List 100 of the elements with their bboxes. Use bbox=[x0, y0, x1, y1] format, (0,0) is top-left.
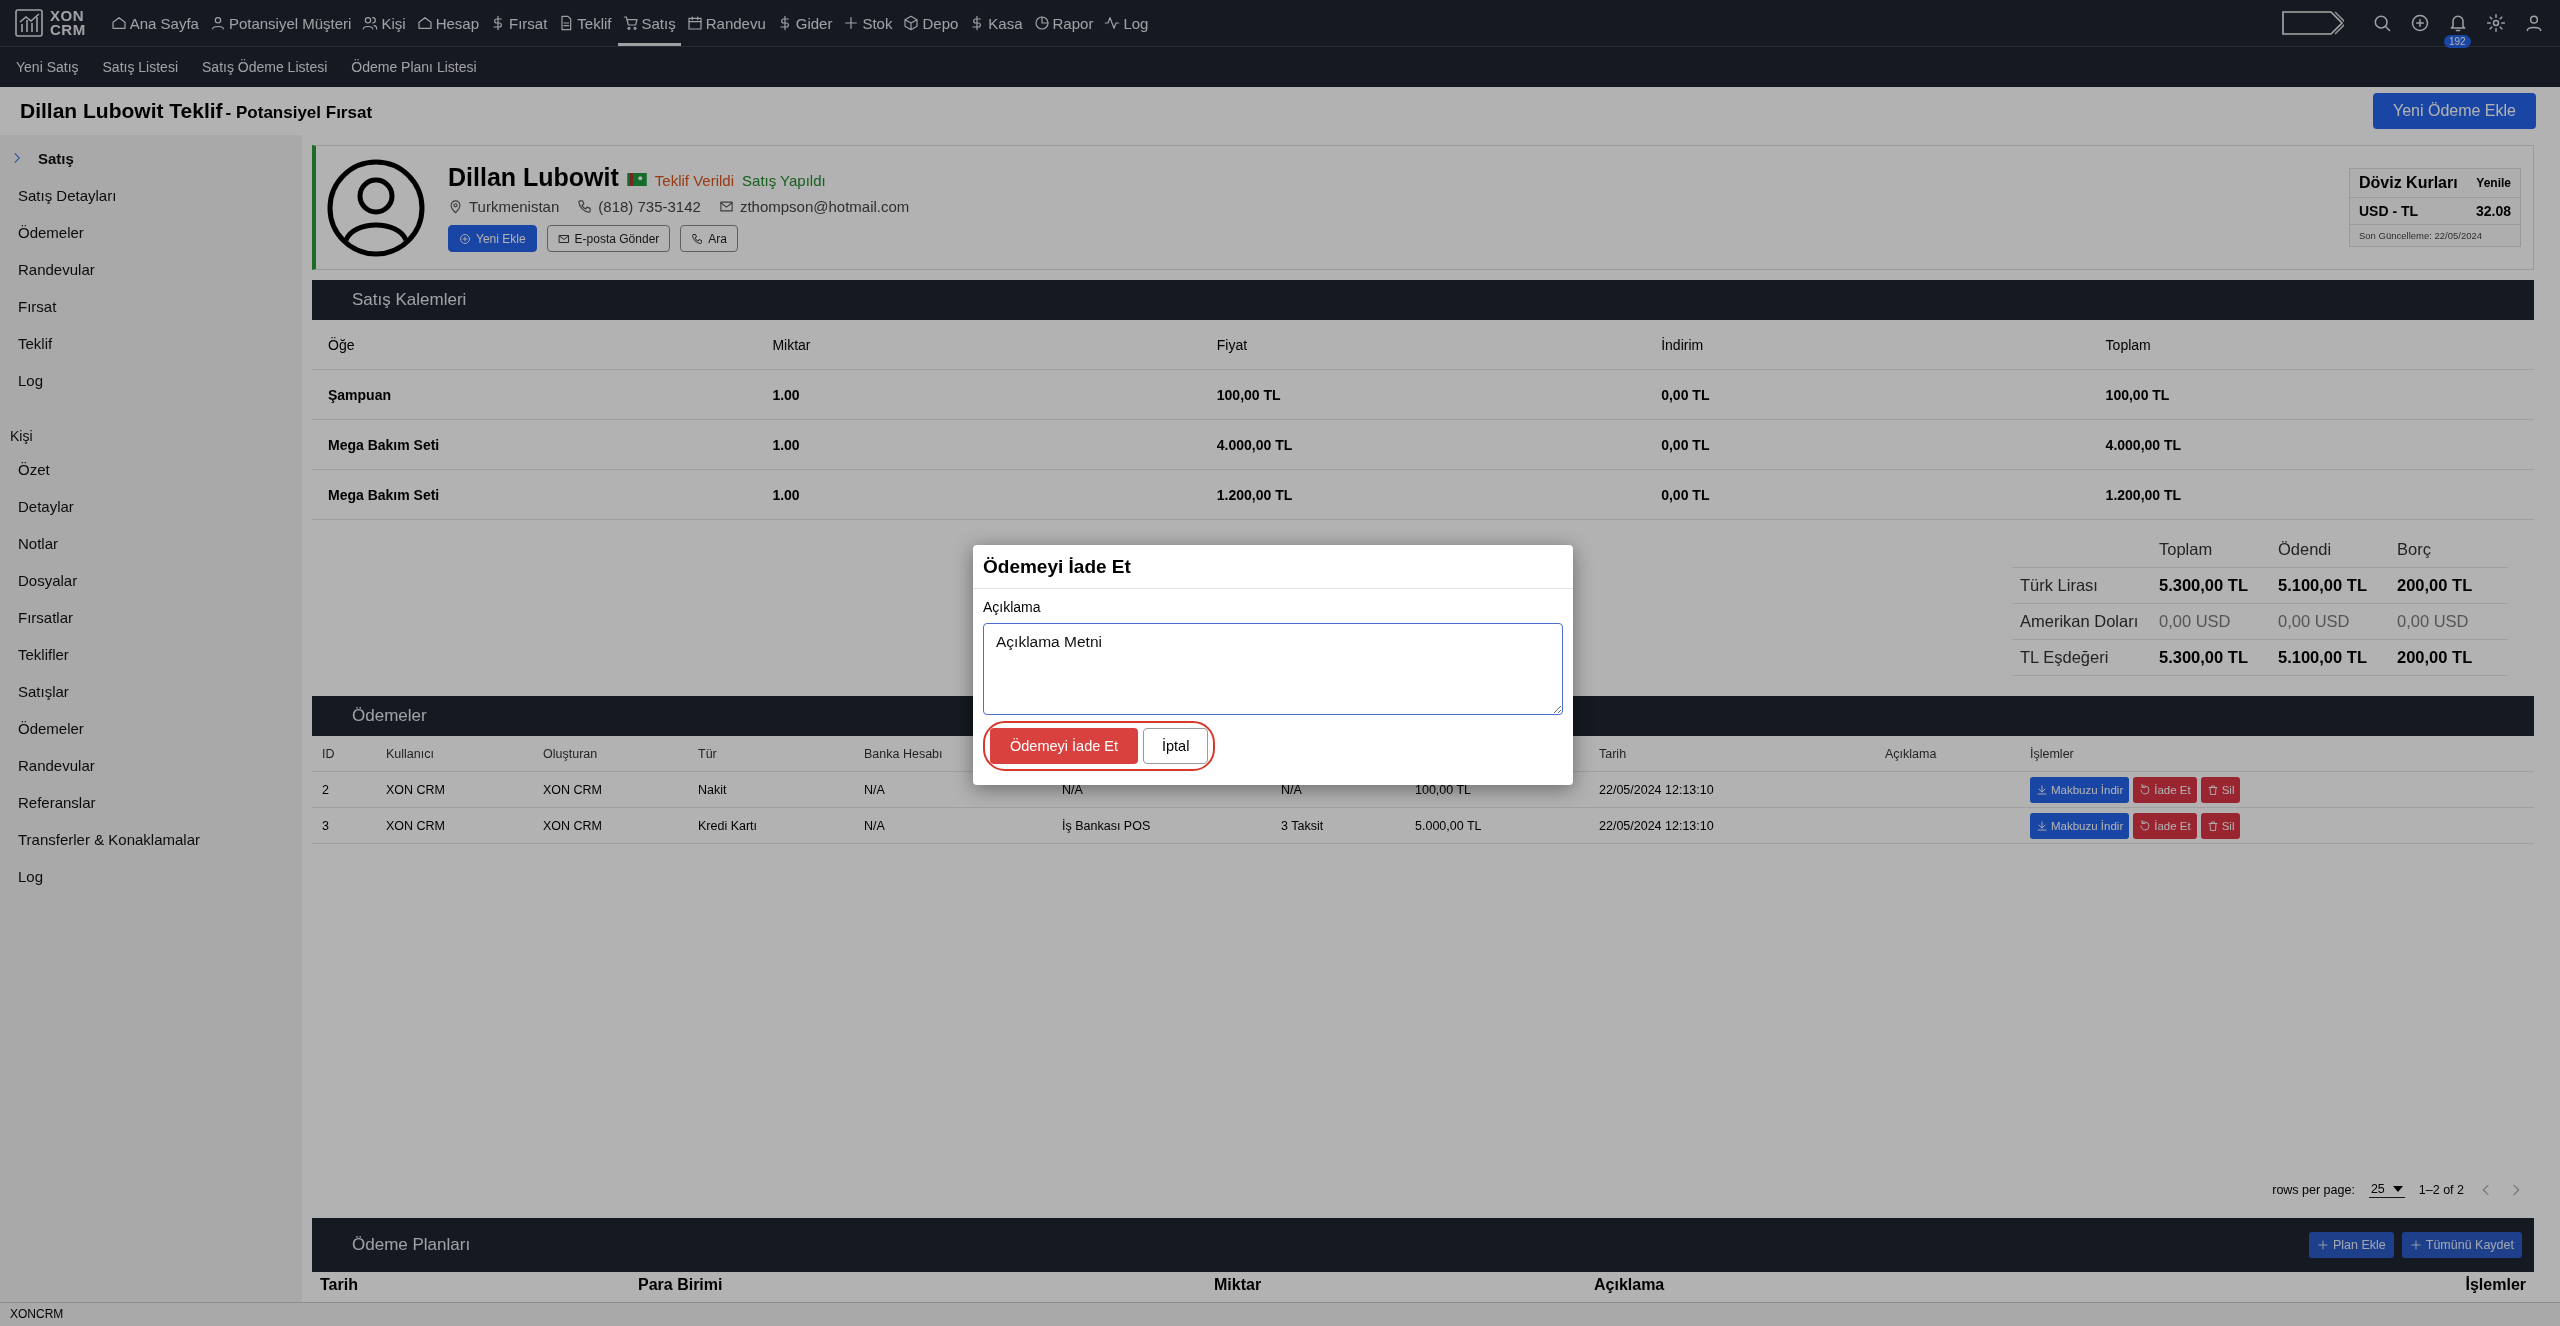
sidebar-item[interactable]: Teklif bbox=[0, 325, 302, 362]
people-icon bbox=[362, 15, 379, 31]
plan-button[interactable]: Tümünü Kaydet bbox=[2401, 1232, 2522, 1258]
plan-button[interactable]: Plan Ekle bbox=[2308, 1232, 2394, 1258]
column-header: Miktar bbox=[1214, 1276, 1263, 1294]
action-button[interactable]: Makbuzu İndir bbox=[2030, 812, 2130, 839]
caret-icon bbox=[2392, 1186, 2403, 1192]
table-cell: 2 bbox=[312, 772, 376, 808]
download-icon bbox=[2036, 783, 2048, 796]
table-cell: 1.200,00 TL bbox=[2089, 470, 2534, 520]
table-cell: 100,00 TL bbox=[2089, 370, 2534, 420]
nav-tab[interactable]: Kişi bbox=[357, 0, 411, 46]
sidebar-item[interactable]: Log bbox=[0, 858, 302, 895]
sidebar-item[interactable]: Detaylar bbox=[0, 488, 302, 525]
logo-icon bbox=[14, 8, 44, 38]
table-cell: 0,00 USD bbox=[2389, 604, 2508, 640]
sidebar-item[interactable]: Satışlar bbox=[0, 673, 302, 710]
sidebar-item[interactable]: Fırsatlar bbox=[0, 599, 302, 636]
column-header: Ödendi bbox=[2270, 532, 2389, 568]
action-button[interactable]: İade Et bbox=[2133, 776, 2197, 803]
nav-tab[interactable]: Gider bbox=[771, 0, 838, 46]
customer-name: Dillan Lubowit bbox=[448, 163, 619, 192]
action-button[interactable]: Sil bbox=[2200, 776, 2241, 803]
nav-tab[interactable]: Rapor bbox=[1028, 0, 1099, 46]
sidebar-item[interactable]: Randevular bbox=[0, 251, 302, 288]
table-cell: Nakit bbox=[688, 772, 854, 808]
column-header: Tarih bbox=[320, 1276, 359, 1294]
page-subtitle: - Potansiyel Fırsat bbox=[225, 103, 373, 123]
sub-nav-link[interactable]: Ödeme Planı Listesi bbox=[351, 59, 477, 75]
pulse-icon bbox=[1104, 15, 1121, 31]
table-cell: 22/05/2024 12:13:10 bbox=[1589, 772, 1875, 808]
table-cell: N/A bbox=[854, 808, 1052, 844]
sub-nav-link[interactable]: Yeni Satış bbox=[16, 59, 79, 75]
sidebar-item[interactable]: Fırsat bbox=[0, 288, 302, 325]
notification-badge: 192 bbox=[2444, 35, 2471, 48]
pie-chart-icon bbox=[1033, 15, 1050, 31]
panel-title: Ödemeler bbox=[352, 706, 427, 726]
avatar-icon bbox=[326, 157, 426, 258]
table-cell: Kredi Kartı bbox=[688, 808, 854, 844]
table-cell: Mega Bakım Seti bbox=[312, 470, 757, 520]
nav-tab[interactable]: Depo bbox=[898, 0, 964, 46]
refund-button[interactable]: Ödemeyi İade Et bbox=[990, 728, 1138, 764]
action-button[interactable]: İade Et bbox=[2133, 812, 2197, 839]
tag-shape-icon[interactable] bbox=[2282, 11, 2344, 35]
sidebar-item[interactable]: Referanslar bbox=[0, 784, 302, 821]
cancel-button[interactable]: İptal bbox=[1143, 728, 1209, 764]
table-cell: 0,00 USD bbox=[2151, 604, 2270, 640]
nav-tab[interactable]: Log bbox=[1099, 0, 1154, 46]
table-cell: 5.100,00 TL bbox=[2270, 640, 2389, 676]
exchange-title: Döviz Kurları bbox=[2359, 174, 2458, 192]
new-payment-button[interactable]: Yeni Ödeme Ekle bbox=[2372, 93, 2536, 129]
nav-tab[interactable]: Fırsat bbox=[485, 0, 553, 46]
sidebar-item[interactable]: Notlar bbox=[0, 525, 302, 562]
nav-tab[interactable]: Ana Sayfa bbox=[105, 0, 204, 46]
sub-nav-link[interactable]: Satış Ödeme Listesi bbox=[202, 59, 328, 75]
sidebar-item[interactable]: Dosyalar bbox=[0, 562, 302, 599]
table-cell: 200,00 TL bbox=[2389, 640, 2508, 676]
bell-icon bbox=[2448, 13, 2468, 33]
nav-tab[interactable]: Teklif bbox=[553, 0, 617, 46]
field-label: Açıklama bbox=[983, 599, 1042, 615]
exchange-rate: 32.08 bbox=[2475, 203, 2511, 219]
table-cell: XON CRM bbox=[533, 808, 688, 844]
sidebar-item[interactable]: Satış Detayları bbox=[0, 177, 302, 214]
cart-icon bbox=[622, 15, 639, 31]
table-cell: 1.200,00 TL bbox=[1200, 470, 1646, 520]
sidebar-item[interactable]: Özet bbox=[0, 451, 302, 488]
action-button[interactable]: Sil bbox=[2200, 812, 2241, 839]
column-header: İşlemler bbox=[2465, 1276, 2526, 1294]
sidebar-item[interactable]: Ödemeler bbox=[0, 710, 302, 747]
sidebar-section-toggle[interactable]: Satış bbox=[10, 149, 74, 167]
nav-tab[interactable]: Stok bbox=[838, 0, 898, 46]
customer-action-button[interactable]: E-posta Gönder bbox=[546, 225, 671, 252]
nav-tab[interactable]: Kasa bbox=[964, 0, 1028, 46]
customer-email: zthompson@hotmail.com bbox=[739, 198, 910, 215]
sidebar-item[interactable]: Transferler & Konaklamalar bbox=[0, 821, 302, 858]
sidebar-item[interactable]: Randevular bbox=[0, 747, 302, 784]
nav-tab[interactable]: Randevu bbox=[681, 0, 771, 46]
sidebar-item[interactable]: Log bbox=[0, 362, 302, 399]
row-label: TL Eşdeğeri bbox=[2012, 640, 2151, 676]
description-field[interactable]: Açıklama Metni bbox=[983, 623, 1563, 715]
nav-tab[interactable]: Hesap bbox=[411, 0, 484, 46]
rows-per-page-select[interactable]: 25 bbox=[2368, 1181, 2405, 1198]
column-header: Oluşturan bbox=[533, 736, 688, 772]
customer-action-button[interactable]: Ara bbox=[680, 225, 738, 252]
table-cell: 100,00 TL bbox=[1200, 370, 1646, 420]
calendar-icon bbox=[686, 15, 703, 31]
panel-title: Ödeme Planları bbox=[352, 1235, 471, 1255]
table-cell: 5.300,00 TL bbox=[2151, 568, 2270, 604]
home-icon bbox=[416, 15, 433, 31]
status-bar: XONCRM bbox=[0, 1302, 2560, 1326]
phone-icon bbox=[691, 232, 704, 245]
column-header: Tarih bbox=[1589, 736, 1875, 772]
customer-action-button[interactable]: Yeni Ekle bbox=[448, 225, 537, 252]
table-cell: 0,00 TL bbox=[1645, 420, 2090, 470]
nav-tab[interactable]: Potansiyel Müşteri bbox=[204, 0, 357, 46]
sidebar-item[interactable]: Ödemeler bbox=[0, 214, 302, 251]
sidebar-item[interactable]: Teklifler bbox=[0, 636, 302, 673]
refresh-link[interactable]: Yenile bbox=[2476, 176, 2511, 190]
sub-nav-link[interactable]: Satış Listesi bbox=[102, 59, 178, 75]
action-button[interactable]: Makbuzu İndir bbox=[2030, 776, 2130, 803]
